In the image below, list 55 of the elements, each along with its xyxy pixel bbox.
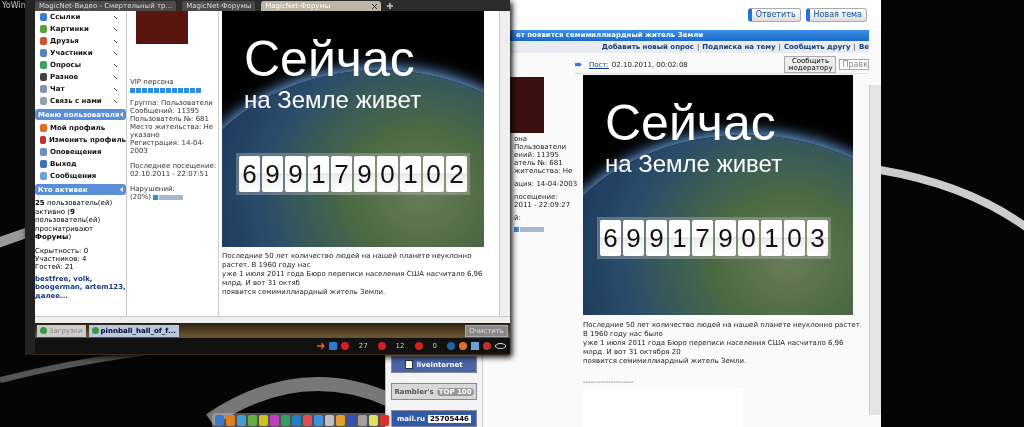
dock-icon[interactable] <box>270 415 279 426</box>
dock-icon[interactable] <box>237 415 246 426</box>
counter-digit: 0 <box>423 156 444 192</box>
dock-icon[interactable] <box>314 415 323 426</box>
counter-digit: 9 <box>262 156 283 192</box>
forum-button[interactable]: Новая тема <box>805 8 867 22</box>
download-icon <box>91 327 99 334</box>
dock-icon[interactable] <box>215 415 224 426</box>
counter-digit: 3 <box>807 220 828 256</box>
progress-bar <box>130 88 202 93</box>
dock-icon[interactable] <box>292 415 301 426</box>
forum-button[interactable]: Ответить <box>747 8 801 22</box>
picture-heading: Сейчас <box>605 97 777 149</box>
counter-digit: 6 <box>239 156 260 192</box>
dock-icon[interactable] <box>259 415 268 426</box>
dock-icon[interactable] <box>336 415 345 426</box>
picture-subheading: на Земле живет <box>605 151 784 177</box>
collapse-icon <box>120 187 123 192</box>
dock-icon[interactable] <box>248 415 257 426</box>
window-title: YoWin <box>2 1 26 10</box>
counter-digit: 0 <box>784 220 805 256</box>
counter-digit: 9 <box>646 220 667 256</box>
counter-digit: 9 <box>715 220 736 256</box>
counter-digit: 0 <box>738 220 759 256</box>
progress-bar <box>514 227 544 232</box>
download-icon <box>40 327 47 334</box>
dock-icon[interactable] <box>369 415 378 426</box>
counter-digit: 0 <box>377 156 398 192</box>
scrollbar[interactable] <box>499 11 510 316</box>
counter-digit: 9 <box>285 156 306 192</box>
counter-digit: 9 <box>354 156 375 192</box>
counter-digit: 7 <box>692 220 713 256</box>
dock-icon[interactable] <box>281 415 290 426</box>
dock-icon[interactable] <box>303 415 312 426</box>
counter-digit: 2 <box>446 156 467 192</box>
dock-icon[interactable] <box>226 415 235 426</box>
scrollbar[interactable] <box>35 316 510 323</box>
counter-digit: 1 <box>669 220 690 256</box>
counter-digit: 9 <box>623 220 644 256</box>
avatar-picture <box>136 11 188 44</box>
edit-button[interactable]: Правк <box>839 59 869 70</box>
dock-icon[interactable] <box>325 415 334 426</box>
picture-subheading: на Земле живет <box>244 87 423 113</box>
add-tab-icon[interactable] <box>387 3 394 9</box>
progress-bar <box>153 194 184 200</box>
counter-digit: 1 <box>308 156 329 192</box>
counter-digit: 1 <box>761 220 782 256</box>
dock-icon[interactable] <box>358 415 367 426</box>
counter-digit: 1 <box>400 156 421 192</box>
dock-icon[interactable] <box>380 415 389 426</box>
close-icon[interactable] <box>372 3 378 9</box>
counter-digit: 7 <box>331 156 352 192</box>
scrollbar[interactable] <box>869 85 881 415</box>
counter-digit: 6 <box>600 220 621 256</box>
collapse-icon <box>120 112 123 117</box>
